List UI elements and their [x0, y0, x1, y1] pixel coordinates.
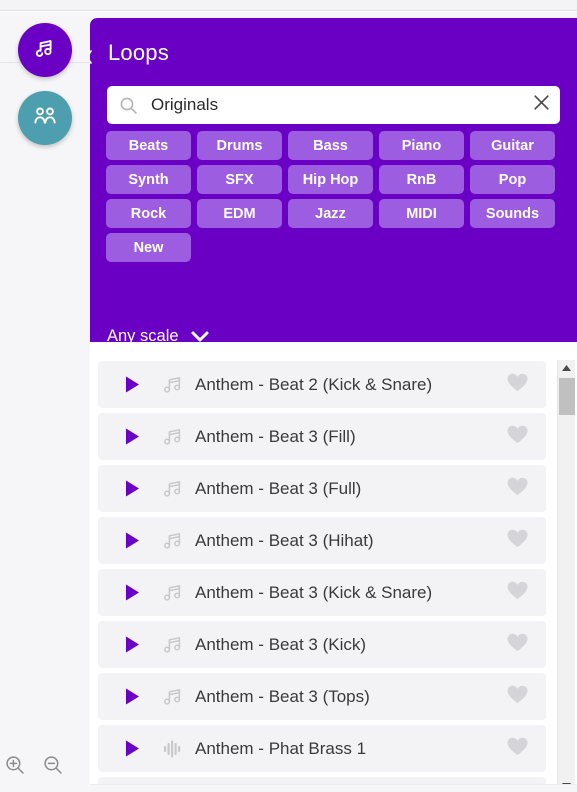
zoom-in-icon: [4, 754, 26, 781]
music-note-icon: [161, 687, 183, 707]
result-row-title: Anthem - Phat Brass 1: [195, 738, 367, 758]
result-row[interactable]: Anthem - Beat 2 (Kick & Snare): [98, 361, 546, 408]
zoom-controls: [0, 747, 92, 787]
tag-chip[interactable]: MIDI: [379, 199, 464, 228]
play-triangle-icon[interactable]: [124, 635, 141, 654]
page-title: Loops: [108, 40, 169, 65]
result-row[interactable]: Anthem - Beat 3 (Full): [98, 465, 546, 512]
results-area: Anthem - Beat 2 (Kick & Snare) Anthem - B…: [90, 342, 577, 792]
panel-collapse-button[interactable]: [90, 44, 95, 70]
heart-icon[interactable]: [506, 528, 529, 554]
tag-filter-grid: Beats Drums Bass Piano Guitar Synth SFX Hip Hop…: [106, 131, 563, 262]
heart-icon[interactable]: [506, 476, 529, 502]
play-triangle-icon[interactable]: [124, 583, 141, 602]
application-root: Loops Originals Beats Drums Bass Piano G…: [0, 0, 577, 792]
result-row-title: Anthem - Beat 3 (Tops): [195, 686, 370, 706]
window-top-strip: [0, 0, 577, 11]
music-note-icon: [161, 531, 183, 551]
music-note-icon: [161, 479, 183, 499]
community-people-icon: [31, 103, 59, 134]
tag-chip[interactable]: Rock: [106, 199, 191, 228]
tag-chip[interactable]: Jazz: [288, 199, 373, 228]
play-triangle-icon[interactable]: [124, 479, 141, 498]
result-row[interactable]: Anthem - Phat Brass 1: [98, 725, 546, 772]
rail-item-community[interactable]: [18, 91, 72, 145]
music-note-icon: [161, 375, 183, 395]
result-row[interactable]: Anthem - Beat 3 (Fill): [98, 413, 546, 460]
zoom-out-icon: [42, 754, 64, 781]
tag-chip[interactable]: SFX: [197, 165, 282, 194]
tag-chip[interactable]: Sounds: [470, 199, 555, 228]
music-note-icon: [161, 635, 183, 655]
tag-chip[interactable]: Pop: [470, 165, 555, 194]
rail-item-loops[interactable]: [18, 23, 72, 77]
music-note-icon: [161, 427, 183, 447]
heart-icon[interactable]: [506, 580, 529, 606]
result-row-title: Anthem - Beat 3 (Fill): [195, 426, 356, 446]
tag-chip[interactable]: RnB: [379, 165, 464, 194]
tag-chip[interactable]: Bass: [288, 131, 373, 160]
result-row[interactable]: Anthem - Beat 3 (Kick): [98, 621, 546, 668]
loops-panel: Loops Originals Beats Drums Bass Piano G…: [90, 18, 577, 792]
search-input[interactable]: [149, 94, 522, 116]
result-row[interactable]: Anthem - Beat 3 (Hihat): [98, 517, 546, 564]
scrollbar-thumb[interactable]: [559, 378, 575, 415]
heart-icon[interactable]: [506, 684, 529, 710]
tag-chip[interactable]: Piano: [379, 131, 464, 160]
tag-chip[interactable]: Drums: [197, 131, 282, 160]
result-row[interactable]: Anthem - Beat 3 (Kick & Snare): [98, 569, 546, 616]
heart-icon[interactable]: [506, 424, 529, 450]
result-row-title: Anthem - Beat 3 (Full): [195, 478, 362, 498]
play-triangle-icon[interactable]: [124, 427, 141, 446]
chevron-down-icon: [190, 330, 210, 343]
scrollbar-up-button[interactable]: [558, 360, 575, 376]
heart-icon[interactable]: [506, 372, 529, 398]
zoom-out-button[interactable]: [36, 750, 70, 784]
results-list: Anthem - Beat 2 (Kick & Snare) Anthem - B…: [98, 361, 546, 792]
results-scrollbar[interactable]: [557, 360, 575, 792]
heart-icon[interactable]: [506, 736, 529, 762]
play-triangle-icon[interactable]: [124, 531, 141, 550]
music-note-icon: [161, 583, 183, 603]
panel-bottom-edge: [90, 784, 577, 792]
result-row-title: Anthem - Beat 3 (Hihat): [195, 530, 374, 550]
search-clear-button[interactable]: [522, 86, 560, 124]
heart-icon[interactable]: [506, 632, 529, 658]
left-rail: [0, 12, 92, 792]
scroll-up-arrow-icon: [561, 359, 572, 377]
close-x-icon: [532, 93, 551, 117]
chevron-left-icon: [90, 44, 95, 74]
result-row-title: Anthem - Beat 3 (Kick & Snare): [195, 582, 433, 602]
loops-panel-header: Loops Originals Beats Drums Bass Piano G…: [90, 18, 577, 345]
tag-chip[interactable]: EDM: [197, 199, 282, 228]
play-triangle-icon[interactable]: [124, 687, 141, 706]
result-row-title: Anthem - Beat 2 (Kick & Snare): [195, 374, 433, 394]
zoom-in-button[interactable]: [0, 750, 32, 784]
search-icon: [119, 96, 138, 115]
music-note-icon: [32, 35, 58, 66]
tag-chip[interactable]: Hip Hop: [288, 165, 373, 194]
result-row-title: Anthem - Beat 3 (Kick): [195, 634, 367, 654]
play-triangle-icon[interactable]: [124, 739, 141, 758]
tag-chip[interactable]: Beats: [106, 131, 191, 160]
tag-chip[interactable]: Synth: [106, 165, 191, 194]
result-row[interactable]: Anthem - Beat 3 (Tops): [98, 673, 546, 720]
search-bar: [107, 86, 560, 124]
tag-chip[interactable]: New: [106, 233, 191, 262]
tag-chip[interactable]: Guitar: [470, 131, 555, 160]
play-triangle-icon[interactable]: [124, 375, 141, 394]
waveform-icon: [161, 739, 183, 759]
